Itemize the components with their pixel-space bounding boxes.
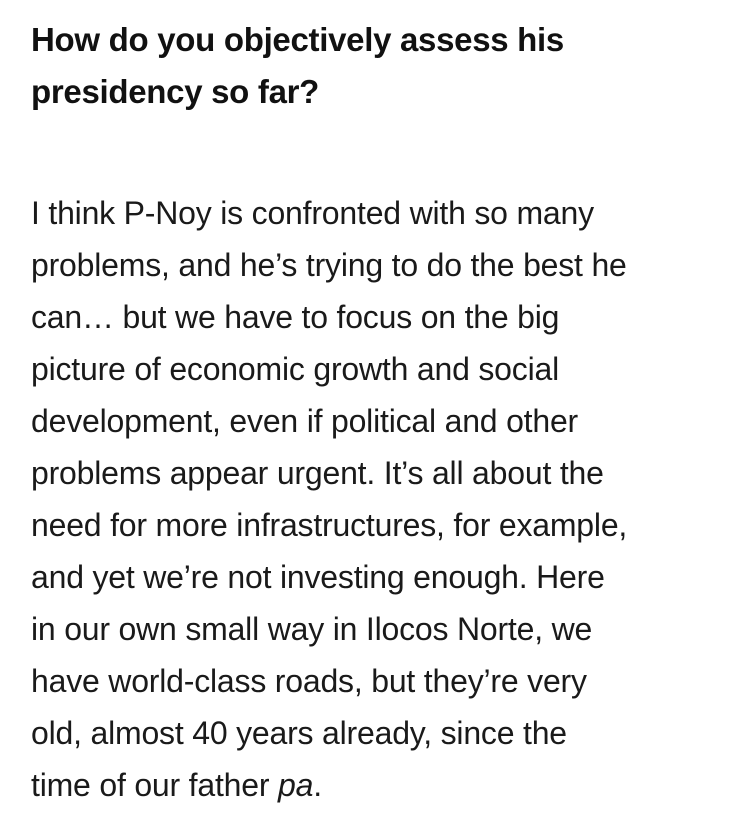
answer-line: and yet we’re not investing enough. Here (31, 559, 605, 595)
article: How do you objectively assess his presid… (31, 14, 731, 811)
answer-line: old, almost 40 years already, since the (31, 715, 567, 751)
answer-line: development, even if political and other (31, 403, 579, 439)
question-line: presidency so far? (31, 73, 320, 110)
interview-answer: I think P-Noy is confronted with so many… (31, 187, 731, 811)
interview-question: How do you objectively assess his presid… (31, 14, 731, 118)
answer-line: in our own small way in Ilocos Norte, we (31, 611, 593, 647)
answer-line: I think P-Noy is confronted with so many (31, 195, 594, 231)
answer-line: problems, and he’s trying to do the best… (31, 247, 627, 283)
answer-last-line-punctuation: . (313, 767, 322, 803)
answer-line: need for more infrastructures, for examp… (31, 507, 628, 543)
answer-line: have world-class roads, but they’re very (31, 663, 587, 699)
italic-word: pa (277, 767, 314, 803)
answer-line: problems appear urgent. It’s all about t… (31, 455, 604, 491)
answer-last-line: time of our father pa. (31, 759, 731, 811)
question-line: How do you objectively assess his (31, 21, 564, 58)
answer-last-line-text: time of our father (31, 767, 278, 803)
answer-line: can… but we have to focus on the big (31, 299, 560, 335)
answer-line: picture of economic growth and social (31, 351, 559, 387)
